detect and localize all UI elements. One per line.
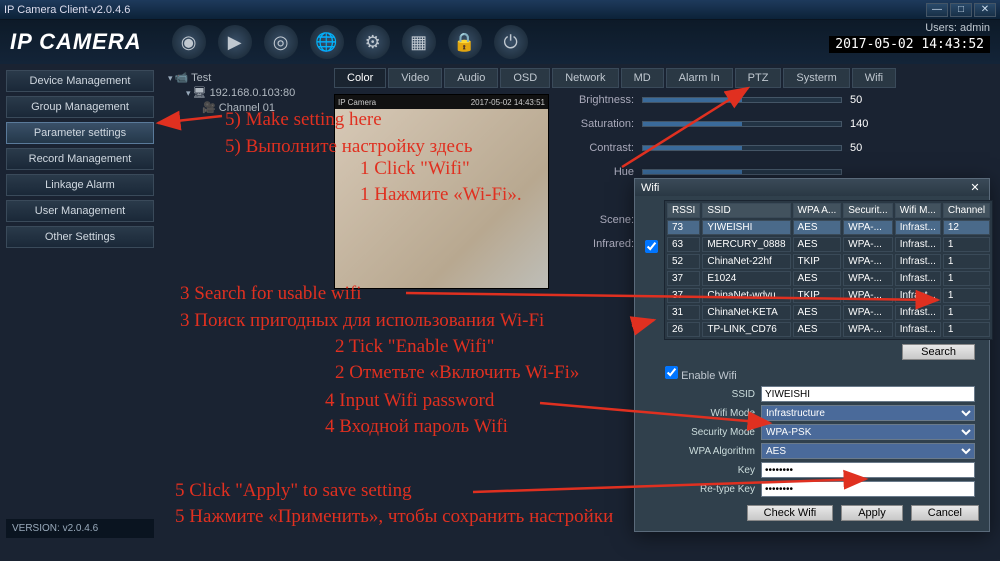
- sidebar-item-linkage[interactable]: Linkage Alarm: [6, 174, 154, 196]
- app-logo: IP CAMERA: [10, 29, 142, 55]
- tree-ip[interactable]: ▾🖥 192.168.0.103:80: [164, 85, 326, 100]
- wifi-dialog-close-icon[interactable]: ✕: [967, 181, 983, 194]
- wifi-row[interactable]: 73YIWEISHIAESWPA-...Infrast...12: [667, 220, 990, 235]
- wifi-row[interactable]: 52ChinaNet-22hfTKIPWPA-...Infrast...1: [667, 254, 990, 269]
- apply-button[interactable]: Apply: [841, 505, 903, 521]
- slider-contrast[interactable]: Contrast:50: [569, 142, 880, 154]
- device-tree: ▾📹 Test ▾🖥 192.168.0.103:80 🎥 Channel 01: [160, 64, 330, 544]
- tool-icons: ◉ ▶ ◎ 🌐 ⚙ ▦ 🔒 ⏻: [172, 25, 528, 59]
- wifi-dialog: Wifi ✕ RSSISSIDWPA A...Securit...Wifi M.…: [634, 178, 990, 532]
- scene-label: Scene:: [569, 214, 634, 226]
- log-icon[interactable]: ▦: [402, 25, 436, 59]
- maximize-button[interactable]: □: [950, 3, 972, 17]
- play-icon[interactable]: ▶: [218, 25, 252, 59]
- enable-wifi-label: Enable Wifi: [681, 370, 737, 382]
- tab-audio[interactable]: Audio: [444, 68, 498, 88]
- cancel-button[interactable]: Cancel: [911, 505, 979, 521]
- tab-color[interactable]: Color: [334, 68, 386, 88]
- timestamp: 2017-05-02 14:43:52: [829, 36, 990, 53]
- retype-key-input[interactable]: [761, 481, 975, 497]
- tree-channel[interactable]: 🎥 Channel 01: [164, 100, 326, 115]
- wifi-row[interactable]: 31ChinaNet-KETAAESWPA-...Infrast...1: [667, 305, 990, 320]
- globe-icon[interactable]: 🌐: [310, 25, 344, 59]
- enable-wifi-checkbox[interactable]: [665, 366, 678, 379]
- tab-network[interactable]: Network: [552, 68, 618, 88]
- key-input[interactable]: [761, 462, 975, 478]
- wifi-row[interactable]: 63MERCURY_0888AESWPA-...Infrast...1: [667, 237, 990, 252]
- tab-ptz[interactable]: PTZ: [735, 68, 782, 88]
- wifi-row[interactable]: 26TP-LINK_CD76AESWPA-...Infrast...1: [667, 322, 990, 337]
- users-label: Users: admin: [829, 22, 990, 34]
- lock-icon[interactable]: 🔒: [448, 25, 482, 59]
- video-preview: IP Camera2017-05-02 14:43:51: [334, 94, 549, 289]
- tab-wifi[interactable]: Wifi: [852, 68, 896, 88]
- gear-icon[interactable]: ⚙: [356, 25, 390, 59]
- wifi-row[interactable]: 37ChinaNet-wdvuTKIPWPA-...Infrast...1: [667, 288, 990, 303]
- tab-md[interactable]: MD: [621, 68, 664, 88]
- tab-video[interactable]: Video: [388, 68, 442, 88]
- minimize-button[interactable]: —: [926, 3, 948, 17]
- sidebar-item-other[interactable]: Other Settings: [6, 226, 154, 248]
- sidebar-item-parameter[interactable]: Parameter settings: [6, 122, 154, 144]
- sidebar-item-user[interactable]: User Management: [6, 200, 154, 222]
- record-icon[interactable]: ◎: [264, 25, 298, 59]
- ssid-input[interactable]: [761, 386, 975, 402]
- wpa-algorithm-select[interactable]: AES: [761, 443, 975, 459]
- slider-hue[interactable]: Hue: [569, 166, 880, 178]
- camera-icon[interactable]: ◉: [172, 25, 206, 59]
- version-label: VERSION: v2.0.4.6: [6, 519, 154, 538]
- wifi-row[interactable]: 37E1024AESWPA-...Infrast...1: [667, 271, 990, 286]
- tab-alarm-in[interactable]: Alarm In: [666, 68, 733, 88]
- wifi-mode-select[interactable]: Infrastructure: [761, 405, 975, 421]
- slider-brightness[interactable]: Brightness:50: [569, 94, 880, 106]
- wifi-list-checkbox[interactable]: [645, 240, 658, 253]
- wifi-dialog-title: Wifi ✕: [635, 179, 989, 196]
- tab-systerm[interactable]: Systerm: [783, 68, 849, 88]
- titlebar: IP Camera Client-v2.0.4.6 — □ ✕: [0, 0, 1000, 20]
- power-icon[interactable]: ⏻: [494, 25, 528, 59]
- sidebar-item-group[interactable]: Group Management: [6, 96, 154, 118]
- close-button[interactable]: ✕: [974, 3, 996, 17]
- check-wifi-button[interactable]: Check Wifi: [747, 505, 834, 521]
- toolbar: IP CAMERA ◉ ▶ ◎ 🌐 ⚙ ▦ 🔒 ⏻ Users: admin 2…: [0, 20, 1000, 64]
- tree-root[interactable]: ▾📹 Test: [164, 70, 326, 85]
- search-button[interactable]: Search: [902, 344, 975, 360]
- sidebar: Device Management Group Management Param…: [0, 64, 160, 544]
- security-mode-select[interactable]: WPA-PSK: [761, 424, 975, 440]
- tab-osd[interactable]: OSD: [500, 68, 550, 88]
- infrared-label: Infrared:: [569, 238, 634, 250]
- wifi-networks-table: RSSISSIDWPA A...Securit...Wifi M...Chann…: [664, 200, 993, 340]
- tabs: Color Video Audio OSD Network MD Alarm I…: [334, 68, 996, 88]
- sidebar-item-device[interactable]: Device Management: [6, 70, 154, 92]
- window-title: IP Camera Client-v2.0.4.6: [4, 4, 130, 16]
- sidebar-item-record[interactable]: Record Management: [6, 148, 154, 170]
- slider-saturation[interactable]: Saturation:140: [569, 118, 880, 130]
